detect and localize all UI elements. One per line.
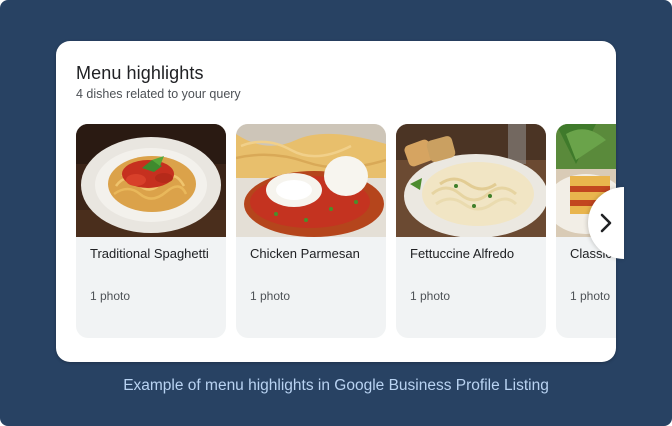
dish-name: Fettuccine Alfredo [410,246,515,261]
dish-photo-count: 1 photo [250,289,291,303]
image-caption: Example of menu highlights in Google Bus… [123,377,549,394]
dish-name: Traditional Spaghetti [90,246,209,261]
spaghetti-photo [76,124,226,237]
fettuccine-alfredo-photo [396,124,546,237]
dish-name: Chicken Parmesan [250,246,360,261]
card-title: Menu highlights [76,63,204,83]
dish-photo-count: 1 photo [90,289,131,303]
card-subtitle: 4 dishes related to your query [76,87,241,101]
dish-card-chicken-parmesan[interactable]: Chicken Parmesan 1 photo [236,124,386,338]
dish-card-traditional-spaghetti[interactable]: Traditional Spaghetti 1 photo [76,124,226,338]
menu-highlights-card: Menu highlights 4 dishes related to your… [56,41,616,362]
chicken-parmesan-photo [236,124,386,237]
dish-photo-count: 1 photo [570,289,611,303]
dish-carousel: Traditional Spaghetti 1 photo Chicken Pa… [76,124,616,338]
page-frame: Menu highlights 4 dishes related to your… [0,0,672,426]
chevron-right-icon [600,213,612,233]
dish-photo-count: 1 photo [410,289,451,303]
dish-card-fettuccine-alfredo[interactable]: Fettuccine Alfredo 1 photo [396,124,546,338]
